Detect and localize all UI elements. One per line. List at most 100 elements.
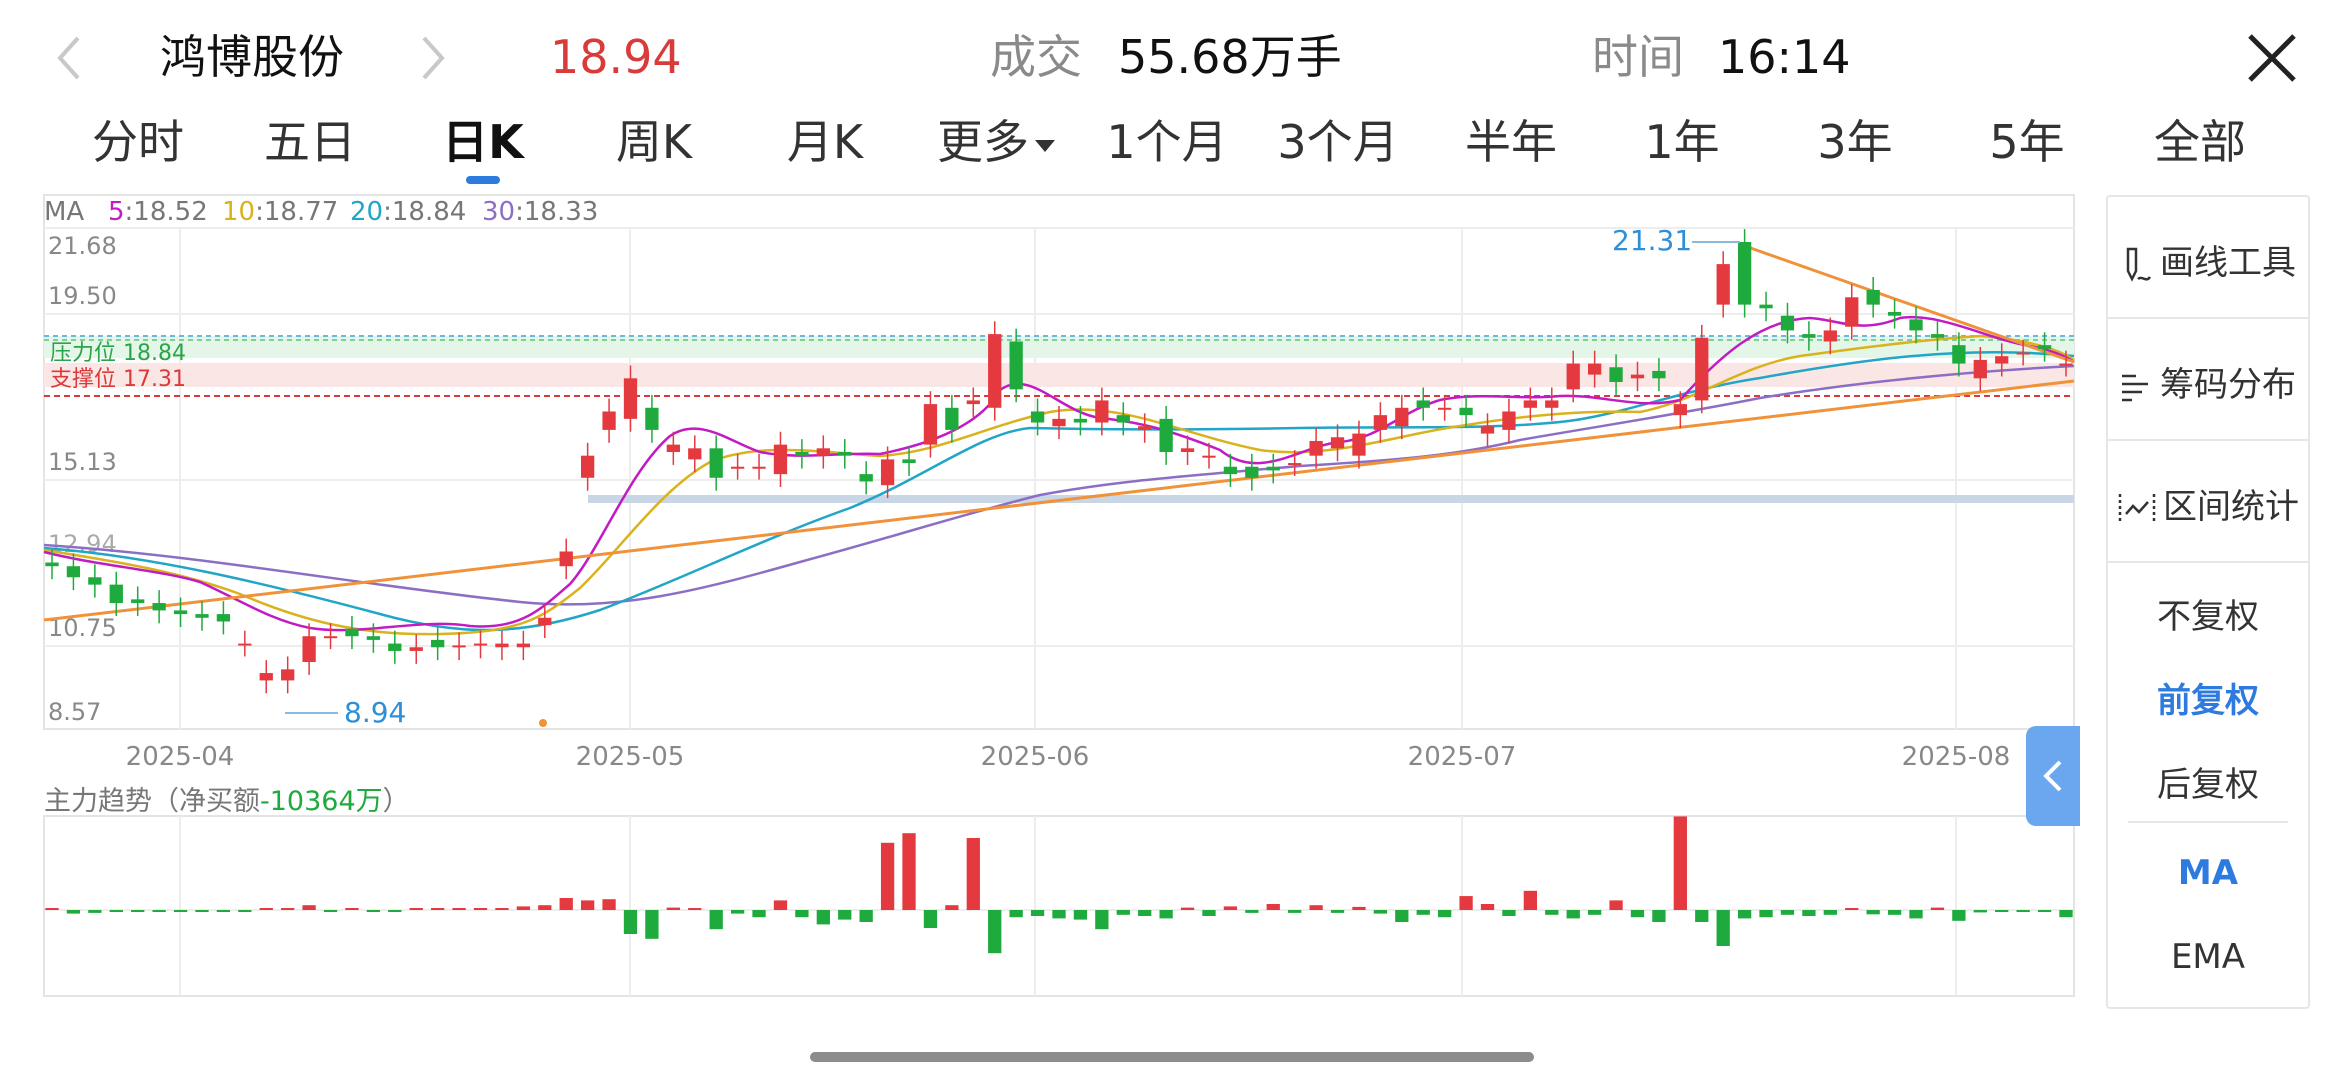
panel-collapse-button[interactable] xyxy=(2026,726,2080,826)
chevron-left-icon[interactable] xyxy=(44,30,100,86)
candle-up[interactable] xyxy=(2016,352,2030,355)
candle-up[interactable] xyxy=(516,643,531,648)
candle-down[interactable] xyxy=(1866,289,1880,305)
candle-up[interactable] xyxy=(988,334,1002,408)
candle-up[interactable] xyxy=(1138,426,1152,430)
tab-daily-k[interactable]: 日K xyxy=(442,112,524,172)
candle-up[interactable] xyxy=(730,466,745,469)
ema-indicator-option[interactable]: EMA xyxy=(2108,937,2308,977)
candle-down[interactable] xyxy=(131,599,145,604)
candle-down[interactable] xyxy=(838,452,852,456)
candle-down[interactable] xyxy=(945,407,959,430)
candle-up[interactable] xyxy=(1695,337,1709,401)
candle-down[interactable] xyxy=(1887,312,1902,316)
candle-up[interactable] xyxy=(2059,363,2073,366)
candle-up[interactable] xyxy=(1630,374,1645,379)
candle-up[interactable] xyxy=(1095,400,1109,423)
tab-1-year[interactable]: 1年 xyxy=(1644,112,1719,172)
candle-up[interactable] xyxy=(1716,264,1730,305)
candle-up[interactable] xyxy=(1309,440,1323,456)
tab-all[interactable]: 全部 xyxy=(2154,112,2246,172)
candle-up[interactable] xyxy=(1180,448,1195,452)
kline-chart[interactable]: MA 5:18.52 10:18.77 20:18.84 30:18.33 21… xyxy=(0,190,2092,1020)
candle-down[interactable] xyxy=(1009,341,1023,390)
candle-up[interactable] xyxy=(323,636,338,639)
home-indicator[interactable] xyxy=(810,1052,1534,1062)
candle-up[interactable] xyxy=(623,378,638,419)
candle-up[interactable] xyxy=(1052,418,1066,427)
candle-up[interactable] xyxy=(752,466,766,469)
candle-up[interactable] xyxy=(580,455,595,478)
candle-up[interactable] xyxy=(538,617,552,626)
candle-down[interactable] xyxy=(1073,418,1088,423)
candle-up[interactable] xyxy=(1845,297,1859,327)
candle-up[interactable] xyxy=(1587,363,1602,375)
event-marker[interactable] xyxy=(539,719,547,727)
candle-down[interactable] xyxy=(195,614,209,618)
tab-1-month[interactable]: 1个月 xyxy=(1106,112,1227,172)
chip-distribution-button[interactable]: 筹码分布 xyxy=(2108,357,2308,406)
candle-down[interactable] xyxy=(645,407,659,430)
no-adjust-option[interactable]: 不复权 xyxy=(2108,589,2308,638)
candle-up[interactable] xyxy=(495,643,509,648)
candle-down[interactable] xyxy=(345,628,359,637)
candle-up[interactable] xyxy=(559,551,573,567)
candle-down[interactable] xyxy=(388,643,402,651)
candle-down[interactable] xyxy=(1909,319,1923,331)
candle-down[interactable] xyxy=(173,610,188,615)
candle-down[interactable] xyxy=(1930,334,1945,338)
candle-up[interactable] xyxy=(1373,415,1388,430)
candle-up[interactable] xyxy=(1545,400,1559,408)
candle-down[interactable] xyxy=(1802,334,1816,338)
candle-up[interactable] xyxy=(1202,455,1216,458)
candle-up[interactable] xyxy=(1973,359,1987,379)
candle-up[interactable] xyxy=(1502,411,1516,430)
candle-up[interactable] xyxy=(602,411,616,430)
candle-up[interactable] xyxy=(773,444,788,475)
candle-down[interactable] xyxy=(431,639,445,648)
tab-weekly-k[interactable]: 周K xyxy=(616,112,692,172)
candle-down[interactable] xyxy=(1652,370,1666,379)
tab-3-year[interactable]: 3年 xyxy=(1817,112,1892,172)
candle-up[interactable] xyxy=(880,459,895,486)
candle-down[interactable] xyxy=(1780,315,1795,331)
candle-up[interactable] xyxy=(1480,426,1495,434)
candle-up[interactable] xyxy=(966,400,980,405)
candle-up[interactable] xyxy=(473,643,488,646)
candle-up[interactable] xyxy=(1438,407,1452,410)
tab-5-year[interactable]: 5年 xyxy=(1989,112,2064,172)
candle-down[interactable] xyxy=(216,614,231,622)
candle-down[interactable] xyxy=(88,577,102,585)
candle-up[interactable] xyxy=(409,647,423,651)
stock-name[interactable]: 鸿博股份 xyxy=(160,28,344,86)
candle-down[interactable] xyxy=(1030,411,1045,423)
candle-down[interactable] xyxy=(1416,400,1430,408)
candle-up[interactable] xyxy=(1673,404,1687,416)
candle-down[interactable] xyxy=(859,474,873,482)
candle-up[interactable] xyxy=(1288,463,1302,466)
candle-up[interactable] xyxy=(1566,363,1580,390)
candle-up[interactable] xyxy=(1823,330,1837,342)
candle-down[interactable] xyxy=(1116,415,1130,423)
candle-down[interactable] xyxy=(152,603,166,611)
candle-down[interactable] xyxy=(1737,242,1752,305)
forward-adjust-option[interactable]: 前复权 xyxy=(2108,673,2308,722)
candle-down[interactable] xyxy=(795,452,809,456)
tab-monthly-k[interactable]: 月K xyxy=(787,112,863,172)
candle-down[interactable] xyxy=(2037,345,2052,349)
chevron-right-icon[interactable] xyxy=(402,30,458,86)
candle-down[interactable] xyxy=(1609,367,1623,382)
candle-down[interactable] xyxy=(66,566,81,578)
candle-down[interactable] xyxy=(1952,345,1966,364)
candle-up[interactable] xyxy=(302,636,316,662)
candle-up[interactable] xyxy=(281,669,295,681)
candle-down[interactable] xyxy=(366,636,381,640)
candle-down[interactable] xyxy=(1223,466,1238,475)
candle-up[interactable] xyxy=(1352,433,1366,456)
candle-down[interactable] xyxy=(1459,407,1473,416)
candle-down[interactable] xyxy=(45,562,59,567)
candle-up[interactable] xyxy=(1395,407,1409,427)
close-icon[interactable] xyxy=(2240,26,2304,90)
tab-intraday[interactable]: 分时 xyxy=(92,112,184,172)
draw-tool-button[interactable]: 画线工具 xyxy=(2108,235,2308,285)
